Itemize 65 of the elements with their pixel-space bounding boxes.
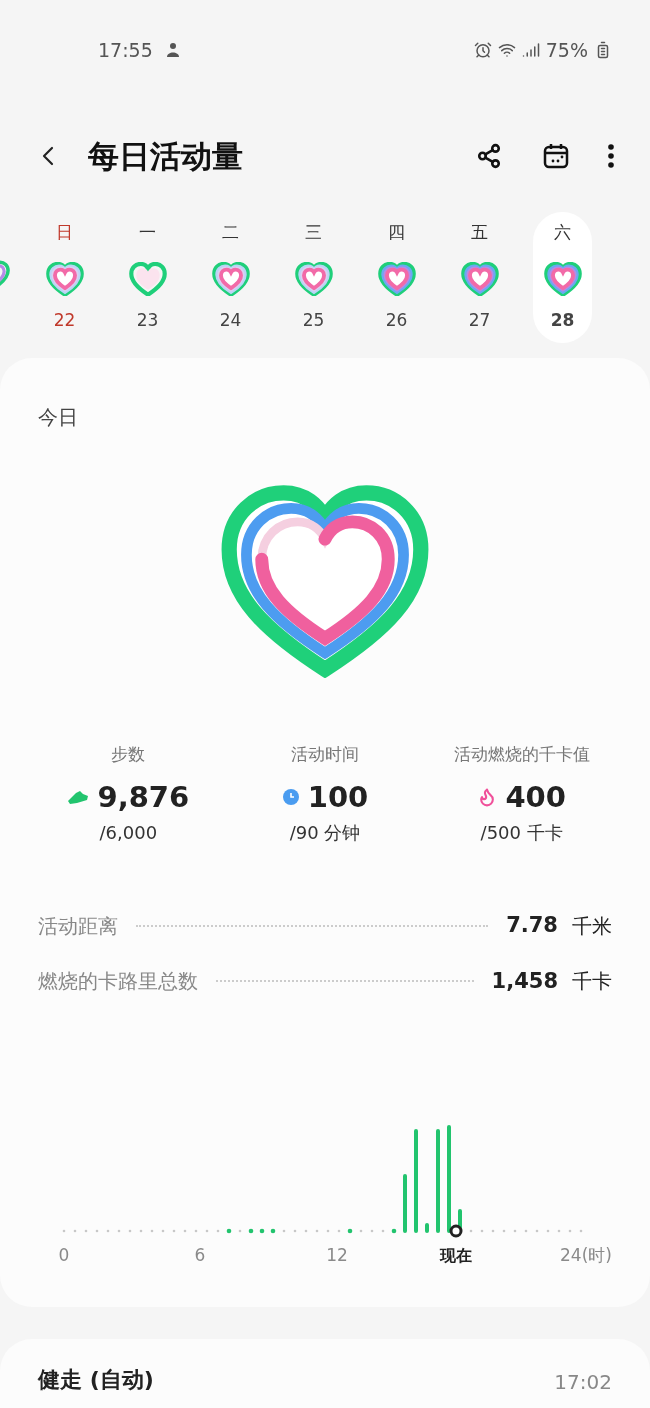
day-item[interactable]: 五 27 — [450, 212, 509, 344]
axis-label: 6 — [194, 1244, 206, 1267]
weekday-label: 五 — [471, 221, 488, 244]
heart-icon — [294, 261, 333, 296]
calendar-button[interactable] — [542, 142, 570, 170]
date-label: 24 — [219, 308, 242, 332]
more-icon — [608, 144, 614, 168]
activity-time: 17:02 — [554, 1369, 612, 1396]
weekday-label: 一 — [139, 221, 156, 244]
date-label: 26 — [385, 308, 408, 332]
card-title: 今日 — [38, 404, 79, 431]
day-item[interactable]: 四 26 — [367, 212, 426, 344]
clock-icon — [281, 788, 300, 807]
date-label: 28 — [550, 308, 575, 332]
calendar-icon — [542, 142, 570, 170]
axis-label: 24(时) — [560, 1244, 612, 1267]
axis-label: 12 — [326, 1244, 348, 1267]
row-unit: 千米 — [572, 912, 612, 940]
date-label: 23 — [136, 308, 159, 332]
weekday-label: 二 — [222, 221, 239, 244]
heart-icon — [128, 261, 167, 296]
shoe-icon — [67, 789, 90, 806]
stat-goal: /90 分钟 — [289, 821, 361, 845]
stat-goal: /500 千卡 — [480, 821, 563, 845]
heart-icon — [377, 261, 416, 296]
date-label: 22 — [53, 308, 76, 332]
day-item[interactable]: 日 22 — [35, 212, 94, 344]
stat-label: 活动燃烧的千卡值 — [453, 743, 590, 766]
date-label: 27 — [468, 308, 491, 332]
heart-icon — [543, 261, 582, 296]
day-item[interactable]: 一 23 — [118, 212, 177, 344]
row-value: 7.78 — [506, 912, 558, 939]
row-value: 1,458 — [491, 967, 558, 995]
heart-icon — [45, 261, 84, 296]
signal-icon — [521, 41, 540, 59]
activity-title: 健走 (自动) — [38, 1366, 154, 1394]
alarm-icon — [473, 41, 492, 59]
now-label: 现在 — [440, 1245, 472, 1267]
stat-label: 活动时间 — [291, 743, 359, 766]
weekday-label: 日 — [56, 221, 73, 244]
axis-label: 0 — [58, 1244, 70, 1267]
battery-percent: 75% — [545, 37, 588, 63]
stat-label: 步数 — [111, 743, 146, 766]
row-label: 活动距离 — [38, 912, 118, 940]
row-label: 燃烧的卡路里总数 — [38, 968, 198, 996]
stat-value: 400 — [505, 778, 566, 816]
heart-icon — [460, 261, 499, 296]
page-title: 每日活动量 — [88, 136, 244, 176]
row-unit: 千卡 — [572, 968, 612, 996]
more-button[interactable] — [608, 144, 614, 168]
weekday-label: 三 — [305, 221, 322, 244]
weekday-label: 六 — [554, 221, 571, 244]
stat-value: 100 — [307, 778, 369, 816]
heart-icon — [211, 261, 250, 296]
share-icon — [476, 143, 502, 169]
day-item[interactable]: 六 28 — [533, 212, 592, 344]
clock-time: 17:55 — [98, 37, 153, 63]
stat-goal: /6,000 — [99, 821, 158, 845]
day-item[interactable]: 二 24 — [201, 212, 260, 344]
wifi-icon — [497, 41, 516, 59]
share-button[interactable] — [476, 143, 502, 169]
weekday-label: 四 — [388, 221, 405, 244]
stat-value: 9,876 — [97, 778, 190, 816]
date-label: 25 — [302, 308, 325, 332]
day-item[interactable]: 三 25 — [284, 212, 343, 344]
